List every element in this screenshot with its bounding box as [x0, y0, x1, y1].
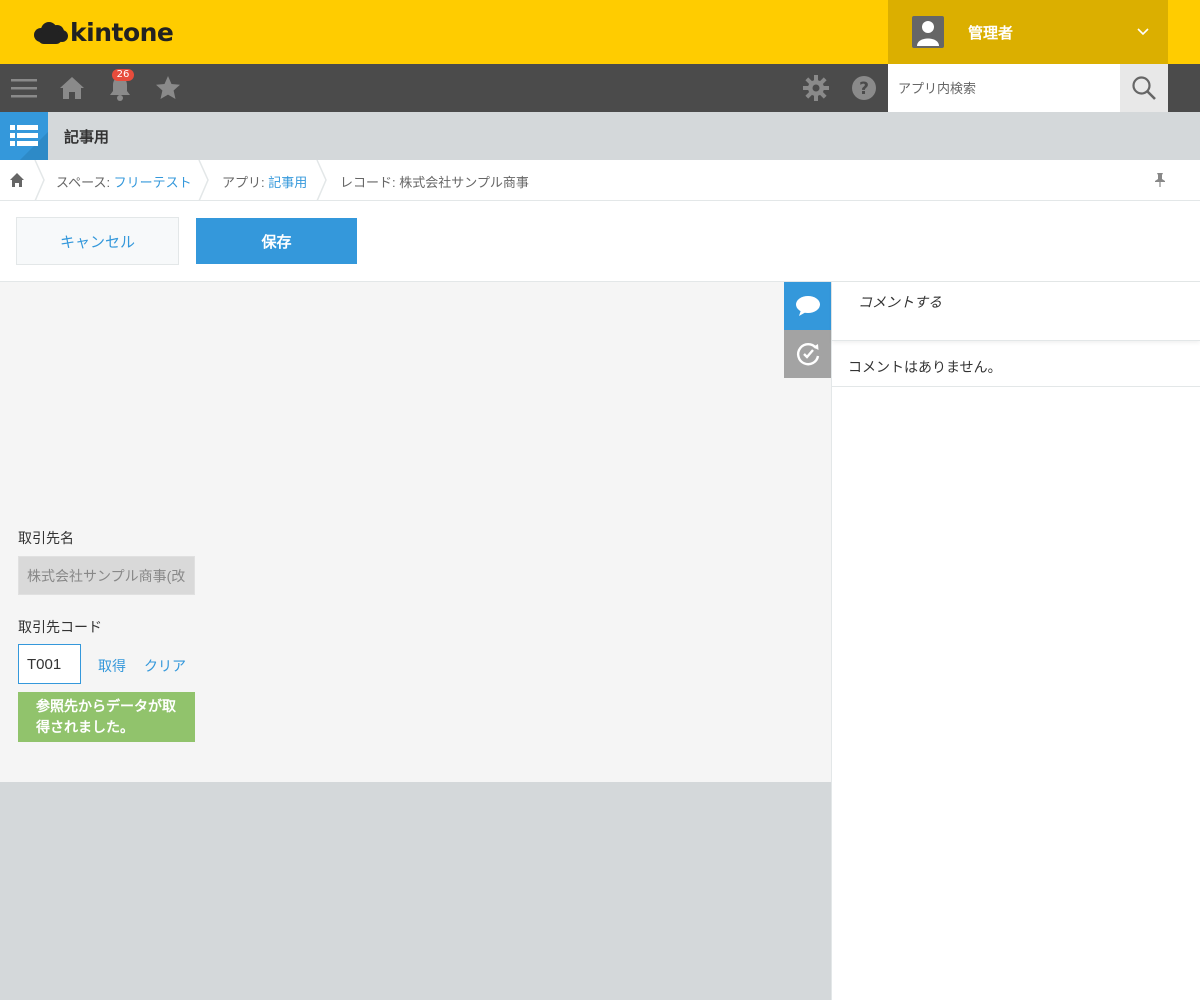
- breadcrumb-app-prefix: アプリ:: [222, 175, 269, 190]
- breadcrumb-app-link[interactable]: 記事用: [268, 175, 307, 190]
- breadcrumb-separator-icon: [316, 160, 327, 201]
- breadcrumb-separator-icon: [198, 160, 209, 201]
- client-code-label: 取引先コード: [18, 619, 102, 635]
- user-menu[interactable]: 管理者: [888, 0, 1168, 64]
- breadcrumb-space: スペース: フリーテスト: [56, 172, 192, 191]
- app-list-icon[interactable]: [0, 112, 48, 160]
- gear-icon[interactable]: [792, 64, 840, 112]
- breadcrumb-separator-icon: [34, 160, 45, 201]
- breadcrumb-home-icon[interactable]: [9, 172, 25, 188]
- comment-bubble-icon: [796, 296, 820, 316]
- breadcrumb-space-prefix: スペース:: [56, 175, 114, 190]
- help-icon[interactable]: ?: [840, 64, 888, 112]
- no-comments-message: コメントはありません。: [832, 341, 1200, 387]
- history-tab[interactable]: [784, 330, 832, 378]
- record-form: 取引先名 株式会社サンプル商事(改 取引先コード 取得 クリア 参照先からデータ…: [0, 282, 831, 782]
- save-button[interactable]: 保存: [196, 218, 357, 264]
- cancel-button[interactable]: キャンセル: [16, 217, 179, 265]
- cloud-icon: [34, 20, 68, 44]
- breadcrumb-space-link[interactable]: フリーテスト: [114, 175, 192, 190]
- search-button[interactable]: [1120, 64, 1168, 112]
- favorites-star-icon[interactable]: [144, 64, 192, 112]
- search-icon: [1132, 76, 1156, 100]
- client-name-label: 取引先名: [18, 530, 74, 546]
- menu-icon[interactable]: [0, 64, 48, 112]
- client-name-field: 株式会社サンプル商事(改: [18, 556, 195, 595]
- comment-input[interactable]: コメントする: [832, 282, 1200, 341]
- pin-icon[interactable]: [1153, 172, 1167, 188]
- notification-badge: 26: [112, 69, 134, 81]
- record-edit-toolbar: キャンセル 保存: [0, 201, 1200, 282]
- client-code-input[interactable]: [18, 644, 81, 684]
- user-name: 管理者: [968, 24, 1014, 42]
- breadcrumb-record: レコード: 株式会社サンプル商事: [340, 175, 529, 190]
- svg-text:?: ?: [859, 79, 869, 99]
- breadcrumb-app: アプリ: 記事用: [222, 172, 307, 191]
- fetch-button[interactable]: 取得: [98, 656, 126, 676]
- user-avatar-icon: [912, 16, 944, 48]
- comments-tab[interactable]: [784, 282, 832, 330]
- lookup-success-notice: 参照先からデータが取得されました。: [18, 692, 195, 742]
- app-search-input[interactable]: [888, 64, 1120, 112]
- chevron-down-icon: [1137, 28, 1149, 36]
- logo-text: kintone: [70, 17, 174, 47]
- history-icon: [797, 343, 820, 366]
- top-header: kintone 管理者: [0, 0, 1200, 64]
- home-icon[interactable]: [48, 64, 96, 112]
- comment-panel: コメントする コメントはありません。: [831, 282, 1200, 1000]
- clear-button[interactable]: クリア: [144, 656, 186, 676]
- app-name: 記事用: [64, 128, 110, 146]
- breadcrumb: スペース: フリーテスト アプリ: 記事用 レコード: 株式会社サンプル商事: [0, 160, 1200, 201]
- kintone-logo[interactable]: kintone: [34, 16, 174, 48]
- app-header: 記事用: [0, 112, 1200, 160]
- comment-input-placeholder: コメントする: [858, 294, 942, 310]
